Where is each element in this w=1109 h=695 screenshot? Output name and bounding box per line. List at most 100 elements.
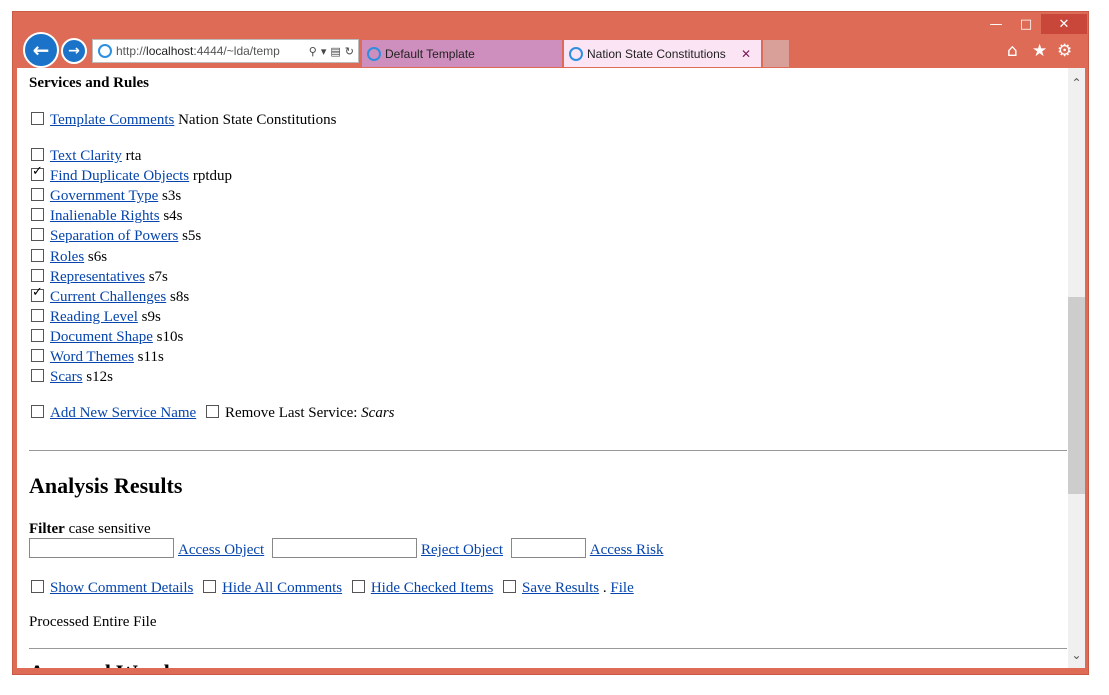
service-code: rta xyxy=(125,148,142,164)
new-tab-button[interactable] xyxy=(763,40,789,67)
scroll-down-icon[interactable]: ⌄ xyxy=(1068,648,1085,662)
service-link[interactable]: Inalienable Rights xyxy=(50,208,160,224)
service-code: s6s xyxy=(87,248,108,265)
hide-all-comments-checkbox[interactable] xyxy=(203,580,217,593)
settings-gear-icon[interactable]: ⚙ xyxy=(1057,41,1072,61)
vertical-scrollbar[interactable]: ⌃ ⌄ xyxy=(1068,68,1085,668)
minimize-button[interactable]: — xyxy=(981,14,1011,34)
ie-tab-icon xyxy=(569,46,583,61)
access-risk-input[interactable] xyxy=(510,538,586,558)
access-object-link[interactable]: Access Object xyxy=(178,542,264,558)
page-content: Services and Rules Template Comments Nat… xyxy=(17,68,1068,668)
scroll-up-icon[interactable]: ⌃ xyxy=(1068,76,1085,90)
service-row: Find Duplicate Objects rptdup xyxy=(31,164,233,185)
results-options-row: Show Comment Details Hide All Comments H… xyxy=(31,580,634,597)
remove-last-name: Scars xyxy=(361,405,395,421)
close-tab-icon[interactable]: ✕ xyxy=(741,47,751,61)
status-text: Processed Entire File xyxy=(29,614,157,630)
service-row: Government Type s3s xyxy=(31,188,181,205)
service-checkbox[interactable] xyxy=(31,248,44,262)
refresh-icon[interactable]: ↻ xyxy=(345,45,354,58)
template-comments-row: Template Comments Nation State Constitut… xyxy=(31,112,336,129)
forward-button[interactable]: → xyxy=(61,38,87,64)
ie-page-icon xyxy=(98,44,112,58)
hide-checked-items-checkbox[interactable] xyxy=(351,580,365,593)
service-code: rptdup xyxy=(192,168,233,185)
tab-default-template[interactable]: Default Template xyxy=(362,40,562,67)
assessed-words-heading: Assessed Words xyxy=(29,660,178,668)
service-row: Roles s6s xyxy=(31,248,108,266)
service-row: Word Themes s11s xyxy=(31,349,164,366)
service-row: Representatives s7s xyxy=(31,268,168,286)
service-checkbox[interactable] xyxy=(31,285,44,302)
service-checkbox[interactable] xyxy=(31,349,44,362)
address-url[interactable]: http://localhost:4444/~lda/temp xyxy=(116,44,309,58)
browser-window: — □ ✕ ← → http://localhost:4444/~lda/tem… xyxy=(12,11,1089,675)
save-results-checkbox[interactable] xyxy=(503,580,517,593)
service-checkbox[interactable] xyxy=(31,208,44,222)
service-link[interactable]: Find Duplicate Objects xyxy=(50,168,189,184)
service-link[interactable]: Scars xyxy=(50,369,83,385)
template-name: Nation State Constitutions xyxy=(178,112,337,128)
filter-label: Filter xyxy=(29,521,65,537)
address-bar[interactable]: http://localhost:4444/~lda/temp ⚲ ▾ ▤ ↻ xyxy=(92,39,359,63)
tab-nation-state-constitutions[interactable]: Nation State Constitutions ✕ xyxy=(564,40,761,67)
favorites-star-icon[interactable]: ★ xyxy=(1032,41,1047,61)
service-link[interactable]: Text Clarity xyxy=(50,148,122,164)
reject-object-input[interactable] xyxy=(271,538,417,558)
reject-object-link[interactable]: Reject Object xyxy=(421,542,503,558)
service-checkbox[interactable] xyxy=(31,369,44,383)
service-checkbox[interactable] xyxy=(31,328,44,342)
compatibility-icon[interactable]: ▤ xyxy=(330,45,340,58)
service-row: Text Clarity rta xyxy=(31,148,141,165)
service-row: Current Challenges s8s xyxy=(31,285,189,306)
show-comment-details-checkbox[interactable] xyxy=(31,580,44,593)
scrollbar-thumb[interactable] xyxy=(1068,297,1085,494)
dropdown-icon[interactable]: ▾ xyxy=(321,45,327,58)
service-code: s9s xyxy=(141,308,161,325)
template-comments-checkbox[interactable] xyxy=(31,112,44,125)
maximize-button[interactable]: □ xyxy=(1011,14,1041,34)
service-link[interactable]: Roles xyxy=(50,249,84,265)
separator: . xyxy=(602,580,607,596)
template-comments-link[interactable]: Template Comments xyxy=(50,112,174,128)
add-new-service-link[interactable]: Add New Service Name xyxy=(50,405,196,421)
close-button[interactable]: ✕ xyxy=(1041,14,1087,34)
service-row: Inalienable Rights s4s xyxy=(31,208,183,225)
service-checkbox[interactable] xyxy=(31,308,44,322)
show-comment-details-link[interactable]: Show Comment Details xyxy=(50,580,193,596)
service-link[interactable]: Document Shape xyxy=(50,329,153,345)
save-results-link[interactable]: Save Results xyxy=(522,580,599,596)
service-checkbox[interactable] xyxy=(31,188,44,202)
service-checkbox[interactable] xyxy=(31,148,44,161)
back-button[interactable]: ← xyxy=(23,32,59,68)
hide-all-comments-link[interactable]: Hide All Comments xyxy=(222,580,342,596)
service-link[interactable]: Word Themes xyxy=(50,349,134,365)
service-actions-row: Add New Service Name Remove Last Service… xyxy=(31,405,395,422)
service-code: s4s xyxy=(163,208,183,225)
service-checkbox[interactable] xyxy=(31,268,44,282)
add-service-checkbox[interactable] xyxy=(31,405,44,418)
hide-checked-items-link[interactable]: Hide Checked Items xyxy=(371,580,493,596)
service-code: s10s xyxy=(156,328,184,345)
service-row: Document Shape s10s xyxy=(31,328,184,346)
service-link[interactable]: Representatives xyxy=(50,269,145,285)
search-icon[interactable]: ⚲ xyxy=(309,45,317,58)
service-checkbox[interactable] xyxy=(31,228,44,242)
back-arrow-icon: ← xyxy=(32,38,50,62)
home-icon[interactable]: ⌂ xyxy=(1007,41,1018,61)
service-link[interactable]: Current Challenges xyxy=(50,289,166,305)
file-link[interactable]: File xyxy=(610,580,633,596)
divider xyxy=(29,648,1067,649)
remove-last-service-checkbox[interactable] xyxy=(205,405,219,418)
service-link[interactable]: Government Type xyxy=(50,188,158,204)
service-code: s7s xyxy=(148,268,168,285)
access-risk-link[interactable]: Access Risk xyxy=(590,542,664,558)
service-link[interactable]: Reading Level xyxy=(50,309,138,325)
service-checkbox[interactable] xyxy=(31,164,44,182)
service-link[interactable]: Separation of Powers xyxy=(50,228,178,244)
access-object-input[interactable] xyxy=(29,538,174,558)
service-row: Scars s12s xyxy=(31,369,113,386)
remove-last-label: Remove Last Service: xyxy=(224,405,358,421)
service-code: s12s xyxy=(86,369,113,386)
